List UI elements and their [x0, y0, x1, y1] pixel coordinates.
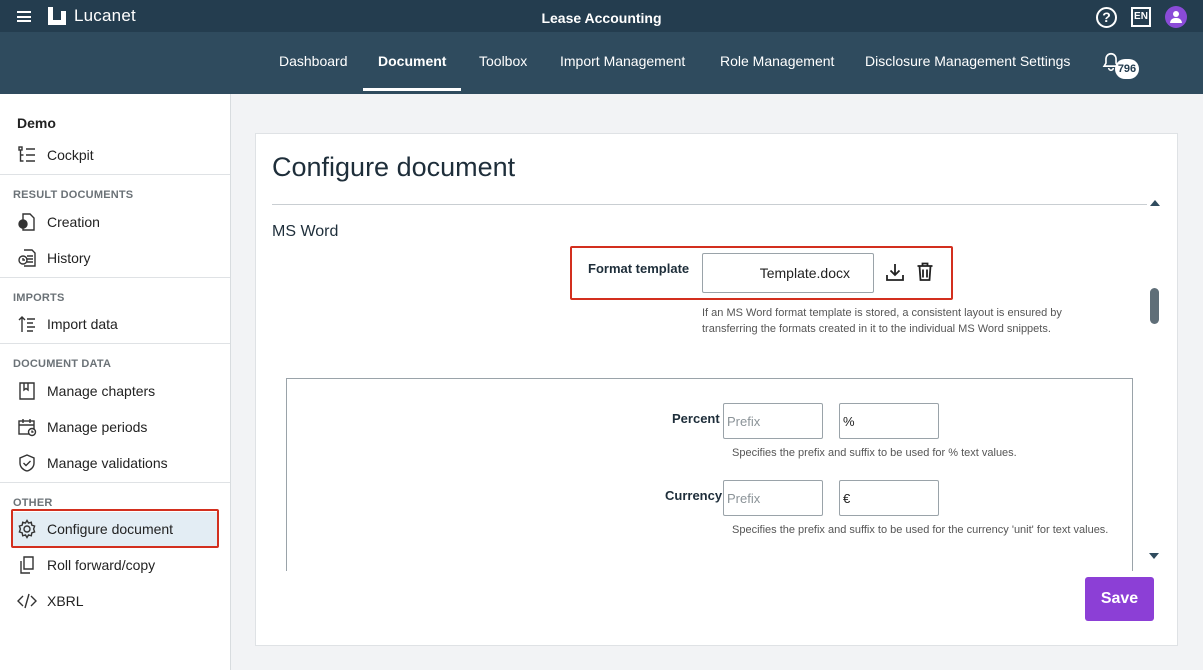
history-icon	[18, 249, 36, 267]
trash-icon[interactable]	[914, 261, 936, 283]
percent-suffix-input[interactable]	[839, 403, 939, 439]
gear-icon	[18, 519, 36, 539]
section-title-ms-word: MS Word	[272, 223, 339, 240]
sidebar-item-history[interactable]: History	[13, 241, 219, 275]
sidebar-item-creation[interactable]: Creation	[13, 205, 219, 239]
sidebar-item-manage-validations[interactable]: Manage validations	[13, 446, 219, 480]
sidebar-item-label: Manage chapters	[47, 383, 156, 399]
tab-toolbox[interactable]: Toolbox	[479, 32, 527, 91]
sidebar-item-label: Import data	[47, 316, 118, 332]
lucanet-logo-icon	[48, 7, 66, 25]
section-other: OTHER	[13, 497, 53, 509]
notification-count-badge: 796	[1115, 59, 1139, 79]
currency-prefix-input[interactable]	[723, 480, 823, 516]
divider	[0, 277, 230, 278]
divider	[0, 343, 230, 344]
sidebar-item-xbrl[interactable]: XBRL	[13, 584, 219, 618]
tab-import-management[interactable]: Import Management	[560, 32, 685, 91]
menu-icon[interactable]	[17, 11, 31, 22]
sidebar-item-label: Configure document	[47, 521, 174, 537]
language-selector[interactable]: EN	[1131, 7, 1151, 27]
divider	[272, 204, 1147, 205]
sidebar-item-import-data[interactable]: Import data	[13, 307, 219, 341]
calendar-icon	[18, 419, 37, 437]
sidebar-item-configure-document[interactable]: Configure document	[13, 512, 219, 546]
sidebar-item-label: Cockpit	[47, 147, 94, 163]
tab-role-management[interactable]: Role Management	[720, 32, 834, 91]
copy-icon	[20, 556, 34, 574]
scrollbar-thumb[interactable]	[1150, 288, 1159, 324]
import-icon	[18, 316, 35, 332]
top-bar: Lucanet Lease Accounting ? EN	[0, 0, 1203, 32]
sidebar-item-label: Roll forward/copy	[47, 557, 156, 573]
sidebar-item-label: Creation	[47, 214, 100, 230]
sidebar-item-roll-forward-copy[interactable]: Roll forward/copy	[13, 548, 219, 582]
shield-check-icon	[19, 454, 35, 472]
sidebar-item-label: History	[47, 250, 91, 266]
section-result-documents: RESULT DOCUMENTS	[13, 189, 134, 201]
divider	[0, 482, 230, 483]
currency-label: Currency	[665, 488, 723, 503]
sidebar-context-title: Demo	[17, 115, 56, 131]
help-icon[interactable]: ?	[1096, 6, 1117, 28]
app-title: Lease Accounting	[541, 10, 662, 26]
percent-label: Percent	[672, 411, 720, 426]
code-icon	[17, 593, 37, 609]
percent-help-text: Specifies the prefix and suffix to be us…	[732, 447, 1017, 459]
page-title: Configure document	[272, 152, 516, 182]
logo-text: Lucanet	[74, 6, 136, 25]
tab-disclosure-management-settings[interactable]: Disclosure Management Settings	[865, 32, 1070, 91]
format-template-label: Format template	[588, 261, 690, 276]
document-create-icon	[18, 213, 35, 231]
user-avatar-icon[interactable]	[1165, 6, 1187, 28]
scroll-down-icon[interactable]	[1149, 553, 1159, 559]
sidebar-item-cockpit[interactable]: Cockpit	[13, 138, 219, 172]
configure-document-card: Configure document MS Word Format templa…	[255, 133, 1178, 646]
tab-dashboard[interactable]: Dashboard	[279, 32, 348, 91]
main-navigation: Dashboard Document Toolbox Import Manage…	[0, 32, 1203, 94]
sidebar-item-manage-chapters[interactable]: Manage chapters	[13, 374, 219, 408]
currency-help-text: Specifies the prefix and suffix to be us…	[732, 524, 1109, 536]
section-document-data: DOCUMENT DATA	[13, 358, 112, 370]
download-icon[interactable]	[884, 261, 906, 283]
tab-document[interactable]: Document	[363, 32, 462, 91]
divider	[0, 174, 230, 175]
sidebar-item-label: Manage validations	[47, 455, 168, 471]
save-button[interactable]: Save	[1085, 577, 1154, 621]
sidebar: Demo Cockpit RESULT DOCUMENTS Creation H…	[0, 94, 231, 670]
sidebar-item-label: Manage periods	[47, 419, 148, 435]
currency-suffix-input[interactable]	[839, 480, 939, 516]
cockpit-icon	[18, 146, 35, 162]
sidebar-item-manage-periods[interactable]: Manage periods	[13, 410, 219, 444]
collapse-section-icon[interactable]	[1150, 200, 1160, 206]
book-icon	[19, 382, 35, 400]
percent-prefix-input[interactable]	[723, 403, 823, 439]
format-template-help-text: If an MS Word format template is stored,…	[702, 307, 1062, 335]
section-imports: IMPORTS	[13, 292, 65, 304]
logo: Lucanet	[48, 6, 136, 26]
format-template-file-field[interactable]: Template.docx	[702, 253, 874, 293]
sidebar-item-label: XBRL	[47, 593, 84, 609]
number-format-panel: Percent Specifies the prefix and suffix …	[286, 378, 1133, 571]
